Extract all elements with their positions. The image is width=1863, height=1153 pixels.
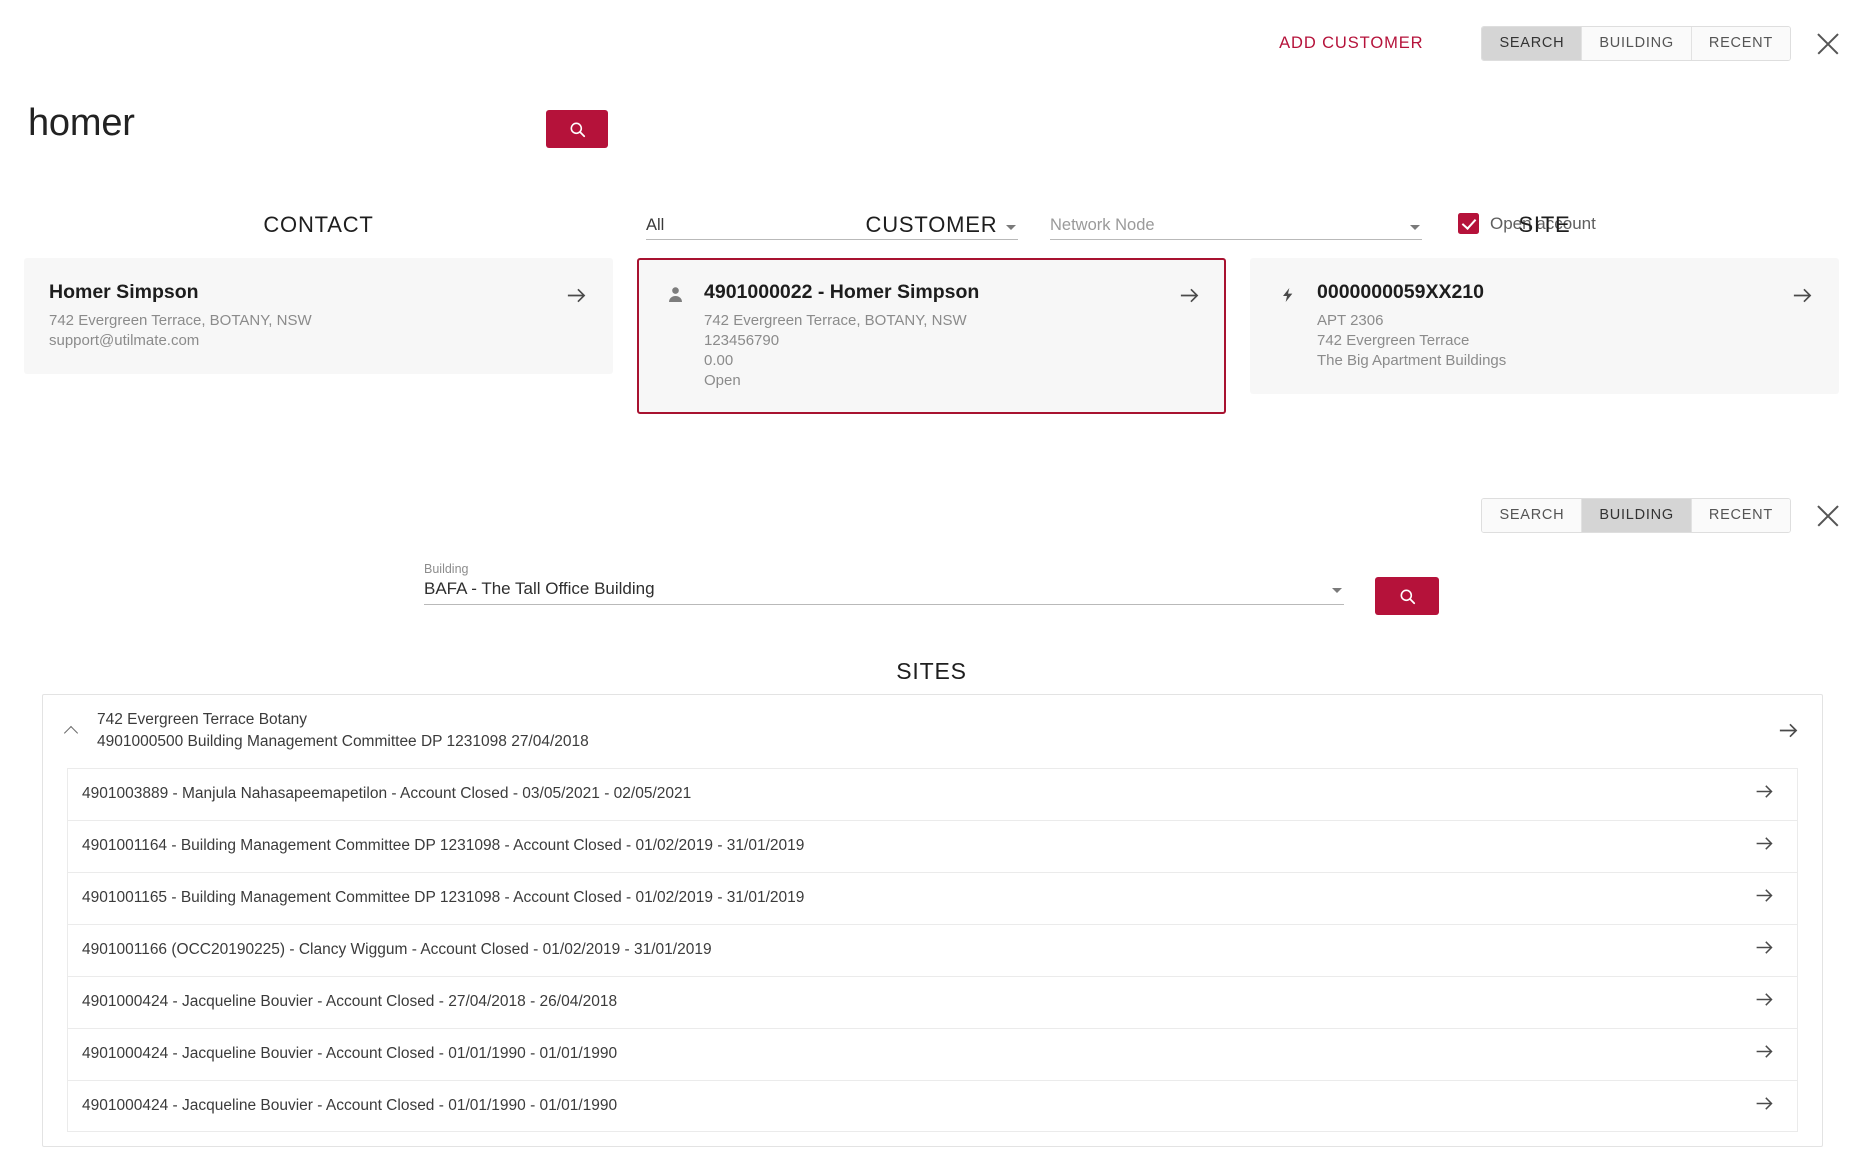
site-row-label: 4901000424 - Jacqueline Bouvier - Accoun… (82, 1045, 617, 1063)
site-result-card[interactable]: 0000000059XX210 APT 2306 742 Evergreen T… (1250, 258, 1839, 394)
arrow-right-icon (1754, 781, 1775, 802)
customer-card-line: 123456790 (704, 331, 1162, 351)
tab-building[interactable]: BUILDING (1582, 27, 1692, 60)
site-row-go-icon[interactable] (1754, 833, 1775, 859)
arrow-right-icon (1791, 284, 1814, 307)
customer-card-go-icon[interactable] (1178, 281, 1201, 312)
site-column: SITE 0000000059XX210 APT 2306 742 Evergr… (1250, 212, 1839, 414)
building-mode-toggle-group: SEARCH BUILDING RECENT (1481, 498, 1791, 533)
site-card-line: The Big Apartment Buildings (1317, 351, 1775, 371)
site-card-line: 742 Evergreen Terrace (1317, 331, 1775, 351)
search-button[interactable] (546, 110, 608, 148)
table-row[interactable]: 4901000424 - Jacqueline Bouvier - Accoun… (67, 976, 1798, 1028)
sites-section-title: SITES (0, 658, 1863, 685)
customer-card-line: 742 Evergreen Terrace, BOTANY, NSW (704, 311, 1162, 331)
site-row-label: 4901001165 - Building Management Committ… (82, 889, 804, 907)
table-row[interactable]: 4901003889 - Manjula Nahasapeemapetilon … (67, 768, 1798, 820)
arrow-right-icon (565, 284, 588, 307)
site-column-title: SITE (1250, 212, 1839, 238)
arrow-right-icon (1754, 989, 1775, 1010)
customer-card-line: 0.00 (704, 351, 1162, 371)
site-row-go-icon[interactable] (1754, 1093, 1775, 1119)
site-row-label: 4901000424 - Jacqueline Bouvier - Accoun… (82, 993, 617, 1011)
site-card-name: 0000000059XX210 (1317, 281, 1775, 304)
customer-card-name: 4901000022 - Homer Simpson (704, 281, 1162, 304)
site-row-label: 4901000424 - Jacqueline Bouvier - Accoun… (82, 1097, 617, 1115)
customer-result-card[interactable]: 4901000022 - Homer Simpson 742 Evergreen… (637, 258, 1226, 414)
building-search-row: Building BAFA - The Tall Office Building (0, 562, 1863, 622)
arrow-right-icon (1754, 1093, 1775, 1114)
search-row: homer All Network Node Open account (0, 96, 1863, 156)
sites-group-line-2: 4901000500 Building Management Committee… (97, 731, 1763, 753)
site-row-go-icon[interactable] (1754, 937, 1775, 963)
customer-card-body: 4901000022 - Homer Simpson 742 Evergreen… (704, 281, 1162, 391)
arrow-right-icon (1777, 719, 1800, 742)
site-row-label: 4901001164 - Building Management Committ… (82, 837, 804, 855)
bolt-icon-glyph (1280, 284, 1296, 306)
customer-column-title: CUSTOMER (637, 212, 1226, 238)
arrow-right-icon (1178, 284, 1201, 307)
sites-panel: 742 Evergreen Terrace Botany 4901000500 … (42, 694, 1823, 1147)
sites-row-list: 4901003889 - Manjula Nahasapeemapetilon … (43, 768, 1822, 1132)
arrow-right-icon (1754, 1041, 1775, 1062)
building-select[interactable]: Building BAFA - The Tall Office Building (424, 562, 1344, 605)
contact-card-go-icon[interactable] (565, 281, 588, 312)
contact-card-line: 742 Evergreen Terrace, BOTANY, NSW (49, 311, 549, 331)
site-row-go-icon[interactable] (1754, 989, 1775, 1015)
table-row[interactable]: 4901000424 - Jacqueline Bouvier - Accoun… (67, 1080, 1798, 1132)
contact-card-body: Homer Simpson 742 Evergreen Terrace, BOT… (49, 281, 549, 351)
search-results: CONTACT Homer Simpson 742 Evergreen Terr… (24, 212, 1839, 414)
search-icon (1398, 587, 1417, 606)
add-customer-button[interactable]: ADD CUSTOMER (1279, 34, 1423, 53)
site-card-go-icon[interactable] (1791, 281, 1814, 312)
search-mode-toggle-group: SEARCH BUILDING RECENT (1481, 26, 1791, 61)
arrow-right-icon (1754, 833, 1775, 854)
chevron-down-icon (1332, 588, 1342, 593)
search-query-text: homer (28, 102, 135, 145)
search-icon (568, 120, 587, 139)
top-toolbar: ADD CUSTOMER SEARCH BUILDING RECENT (1279, 26, 1845, 61)
site-row-go-icon[interactable] (1754, 1041, 1775, 1067)
customer-card-line: Open (704, 371, 1162, 391)
site-row-go-icon[interactable] (1754, 781, 1775, 807)
arrow-right-icon (1754, 937, 1775, 958)
close-icon[interactable] (1811, 27, 1845, 61)
contact-result-card[interactable]: Homer Simpson 742 Evergreen Terrace, BOT… (24, 258, 613, 374)
table-row[interactable]: 4901001165 - Building Management Committ… (67, 872, 1798, 924)
tab-recent[interactable]: RECENT (1692, 27, 1790, 60)
site-row-label: 4901003889 - Manjula Nahasapeemapetilon … (82, 785, 691, 803)
tab2-search[interactable]: SEARCH (1482, 499, 1582, 532)
table-row[interactable]: 4901001164 - Building Management Committ… (67, 820, 1798, 872)
sites-group-go-icon[interactable] (1777, 716, 1800, 747)
contact-column: CONTACT Homer Simpson 742 Evergreen Terr… (24, 212, 613, 414)
close-icon-secondary[interactable] (1811, 499, 1845, 533)
table-row[interactable]: 4901000424 - Jacqueline Bouvier - Accoun… (67, 1028, 1798, 1080)
site-row-label: 4901001166 (OCC20190225) - Clancy Wiggum… (82, 941, 712, 959)
sites-group-header[interactable]: 742 Evergreen Terrace Botany 4901000500 … (43, 695, 1822, 768)
bolt-icon (1275, 281, 1301, 306)
tab2-building[interactable]: BUILDING (1582, 499, 1692, 532)
site-card-line: APT 2306 (1317, 311, 1775, 331)
site-card-body: 0000000059XX210 APT 2306 742 Evergreen T… (1317, 281, 1775, 371)
contact-card-line: support@utilmate.com (49, 331, 549, 351)
chevron-up-icon[interactable] (61, 720, 83, 742)
building-search-button[interactable] (1375, 577, 1439, 615)
person-icon-glyph (666, 284, 685, 305)
contact-column-title: CONTACT (24, 212, 613, 238)
contact-card-name: Homer Simpson (49, 281, 549, 304)
tab-search[interactable]: SEARCH (1482, 27, 1582, 60)
person-icon (662, 281, 688, 305)
building-toolbar: SEARCH BUILDING RECENT (1481, 498, 1845, 533)
sites-group-text: 742 Evergreen Terrace Botany 4901000500 … (97, 709, 1763, 754)
table-row[interactable]: 4901001166 (OCC20190225) - Clancy Wiggum… (67, 924, 1798, 976)
customer-column: CUSTOMER 4901000022 - Homer Simpson 742 … (637, 212, 1226, 414)
arrow-right-icon (1754, 885, 1775, 906)
building-field-label: Building (424, 562, 1344, 576)
building-field-value: BAFA - The Tall Office Building (424, 579, 1344, 599)
site-row-go-icon[interactable] (1754, 885, 1775, 911)
tab2-recent[interactable]: RECENT (1692, 499, 1790, 532)
sites-group-line-1: 742 Evergreen Terrace Botany (97, 709, 1763, 731)
search-page: ADD CUSTOMER SEARCH BUILDING RECENT home… (0, 0, 1863, 1153)
